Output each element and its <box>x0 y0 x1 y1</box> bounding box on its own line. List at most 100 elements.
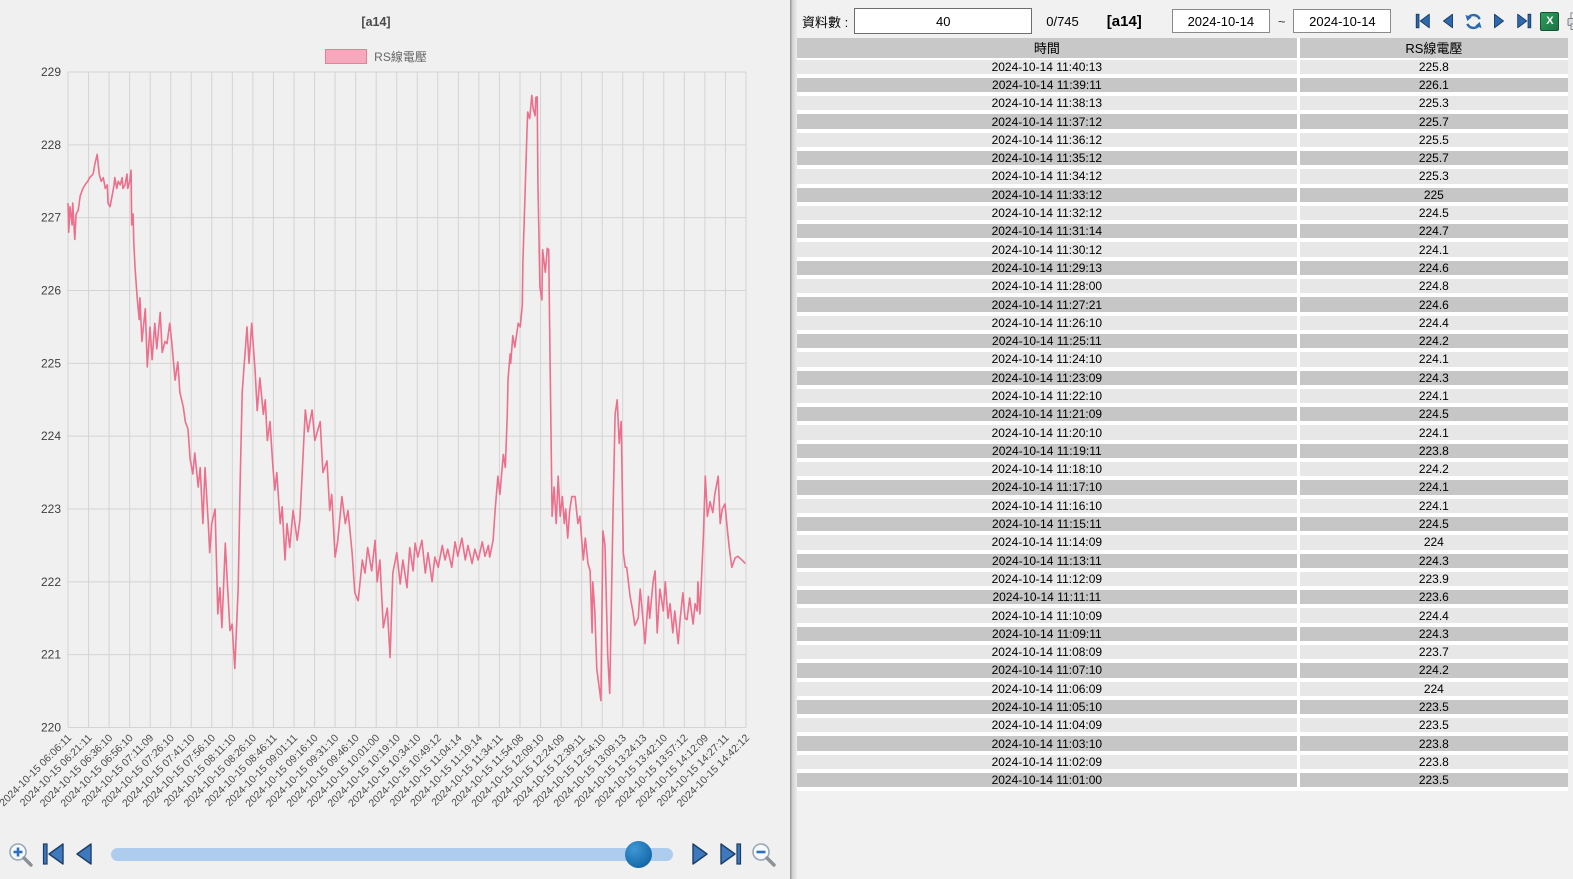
table-row[interactable]: 2024-10-14 11:29:13224.6 <box>797 261 1568 279</box>
first-record-icon[interactable] <box>1414 12 1432 30</box>
export-excel-icon[interactable]: X <box>1540 12 1559 31</box>
next-record-icon[interactable] <box>1490 12 1508 30</box>
cell-time: 2024-10-14 11:29:13 <box>797 261 1300 275</box>
cell-time: 2024-10-14 11:28:00 <box>797 279 1300 293</box>
cell-time: 2024-10-14 11:11:11 <box>797 590 1300 604</box>
date-from-input[interactable] <box>1172 9 1270 33</box>
zoom-out-icon[interactable] <box>750 841 777 868</box>
cell-voltage: 225.8 <box>1300 60 1568 74</box>
record-count-input[interactable] <box>854 8 1032 34</box>
cell-time: 2024-10-14 11:16:10 <box>797 499 1300 513</box>
next-button[interactable] <box>686 841 712 867</box>
table-row[interactable]: 2024-10-14 11:04:09223.5 <box>797 718 1568 736</box>
cell-voltage: 224.1 <box>1300 389 1568 403</box>
table-row[interactable]: 2024-10-14 11:33:12225 <box>797 188 1568 206</box>
table-row[interactable]: 2024-10-14 11:22:10224.1 <box>797 389 1568 407</box>
cell-voltage: 223.8 <box>1300 444 1568 458</box>
last-record-icon[interactable] <box>1515 12 1533 30</box>
data-table: 時間 RS線電壓 2024-10-14 11:40:13225.82024-10… <box>797 38 1568 791</box>
table-row[interactable]: 2024-10-14 11:02:09223.8 <box>797 755 1568 773</box>
table-row[interactable]: 2024-10-14 11:28:00224.8 <box>797 279 1568 297</box>
refresh-icon[interactable] <box>1464 12 1483 31</box>
table-row[interactable]: 2024-10-14 11:01:00223.5 <box>797 773 1568 791</box>
table-row[interactable]: 2024-10-14 11:15:11224.5 <box>797 517 1568 535</box>
table-row[interactable]: 2024-10-14 11:20:10224.1 <box>797 425 1568 443</box>
y-tick-label: 229 <box>41 65 61 79</box>
table-row[interactable]: 2024-10-14 11:21:09224.5 <box>797 407 1568 425</box>
table-row[interactable]: 2024-10-14 11:26:10224.4 <box>797 316 1568 334</box>
table-row[interactable]: 2024-10-14 11:08:09223.7 <box>797 645 1568 663</box>
chart-grid: 2292282272262252242232222212202024-10-15… <box>0 65 752 810</box>
cell-time: 2024-10-14 11:19:11 <box>797 444 1300 458</box>
table-row[interactable]: 2024-10-14 11:03:10223.8 <box>797 736 1568 754</box>
cell-time: 2024-10-14 11:09:11 <box>797 627 1300 641</box>
table-row[interactable]: 2024-10-14 11:10:09224.4 <box>797 608 1568 626</box>
table-row[interactable]: 2024-10-14 11:36:12225.5 <box>797 133 1568 151</box>
table-row[interactable]: 2024-10-14 11:05:10223.5 <box>797 700 1568 718</box>
previous-button[interactable] <box>72 841 98 867</box>
cell-time: 2024-10-14 11:24:10 <box>797 352 1300 366</box>
table-row[interactable]: 2024-10-14 11:19:11223.8 <box>797 444 1568 462</box>
cell-time: 2024-10-14 11:05:10 <box>797 700 1300 714</box>
table-row[interactable]: 2024-10-14 11:24:10224.1 <box>797 352 1568 370</box>
table-row[interactable]: 2024-10-14 11:14:09224 <box>797 535 1568 553</box>
table-row[interactable]: 2024-10-14 11:12:09223.9 <box>797 572 1568 590</box>
table-row[interactable]: 2024-10-14 11:31:14224.7 <box>797 224 1568 242</box>
record-position: 0/745 <box>1046 14 1079 29</box>
table-row[interactable]: 2024-10-14 11:35:12225.7 <box>797 151 1568 169</box>
table-row[interactable]: 2024-10-14 11:07:10224.2 <box>797 663 1568 681</box>
previous-record-icon[interactable] <box>1439 12 1457 30</box>
table-row[interactable]: 2024-10-14 11:34:12225.3 <box>797 169 1568 187</box>
cell-time: 2024-10-14 11:36:12 <box>797 133 1300 147</box>
table-row[interactable]: 2024-10-14 11:39:11226.1 <box>797 78 1568 96</box>
table-row[interactable]: 2024-10-14 11:18:10224.2 <box>797 462 1568 480</box>
cell-time: 2024-10-14 11:33:12 <box>797 188 1300 202</box>
cell-time: 2024-10-14 11:22:10 <box>797 389 1300 403</box>
table-row[interactable]: 2024-10-14 11:38:13225.3 <box>797 96 1568 114</box>
time-scroll-slider[interactable] <box>111 848 673 861</box>
date-range-tilde: ~ <box>1278 14 1286 29</box>
y-tick-label: 226 <box>41 284 61 298</box>
line-chart: 2292282272262252242232222212202024-10-15… <box>0 0 790 845</box>
table-row[interactable]: 2024-10-14 11:16:10224.1 <box>797 499 1568 517</box>
cell-time: 2024-10-14 11:23:09 <box>797 371 1300 385</box>
table-row[interactable]: 2024-10-14 11:11:11223.6 <box>797 590 1568 608</box>
table-row[interactable]: 2024-10-14 11:23:09224.3 <box>797 371 1568 389</box>
slider-thumb[interactable] <box>625 841 652 868</box>
cell-voltage: 223.8 <box>1300 736 1568 750</box>
table-row[interactable]: 2024-10-14 11:06:09224 <box>797 682 1568 700</box>
y-tick-label: 221 <box>41 648 61 662</box>
chart-panel: [a14] RS線電壓 2292282272262252242232222212… <box>0 0 790 879</box>
cell-voltage: 225.7 <box>1300 114 1568 128</box>
y-tick-label: 228 <box>41 138 61 152</box>
table-row[interactable]: 2024-10-14 11:32:12224.5 <box>797 206 1568 224</box>
date-to-input[interactable] <box>1293 9 1391 33</box>
cell-voltage: 223.7 <box>1300 645 1568 659</box>
table-row[interactable]: 2024-10-14 11:25:11224.2 <box>797 334 1568 352</box>
table-row[interactable]: 2024-10-14 11:13:11224.3 <box>797 554 1568 572</box>
table-row[interactable]: 2024-10-14 11:40:13225.8 <box>797 60 1568 78</box>
cell-voltage: 224.6 <box>1300 261 1568 275</box>
cell-voltage: 223.9 <box>1300 572 1568 586</box>
first-page-button[interactable] <box>40 841 66 867</box>
table-row[interactable]: 2024-10-14 11:37:12225.7 <box>797 114 1568 132</box>
zoom-in-icon[interactable] <box>7 841 34 868</box>
cell-time: 2024-10-14 11:35:12 <box>797 151 1300 165</box>
cell-voltage: 224.5 <box>1300 206 1568 220</box>
cell-voltage: 224.1 <box>1300 499 1568 513</box>
print-icon[interactable] <box>1566 12 1573 31</box>
last-page-button[interactable] <box>718 841 744 867</box>
cell-time: 2024-10-14 11:15:11 <box>797 517 1300 531</box>
cell-voltage: 224 <box>1300 535 1568 549</box>
y-tick-label: 224 <box>41 429 61 443</box>
cell-voltage: 223.5 <box>1300 700 1568 714</box>
cell-time: 2024-10-14 11:07:10 <box>797 663 1300 677</box>
app-window: [a14] RS線電壓 2292282272262252242232222212… <box>0 0 1573 879</box>
table-row[interactable]: 2024-10-14 11:09:11224.3 <box>797 627 1568 645</box>
cell-voltage: 224.5 <box>1300 517 1568 531</box>
cell-time: 2024-10-14 11:20:10 <box>797 425 1300 439</box>
cell-time: 2024-10-14 11:37:12 <box>797 114 1300 128</box>
table-row[interactable]: 2024-10-14 11:27:21224.6 <box>797 297 1568 315</box>
table-row[interactable]: 2024-10-14 11:30:12224.1 <box>797 242 1568 260</box>
table-row[interactable]: 2024-10-14 11:17:10224.1 <box>797 480 1568 498</box>
